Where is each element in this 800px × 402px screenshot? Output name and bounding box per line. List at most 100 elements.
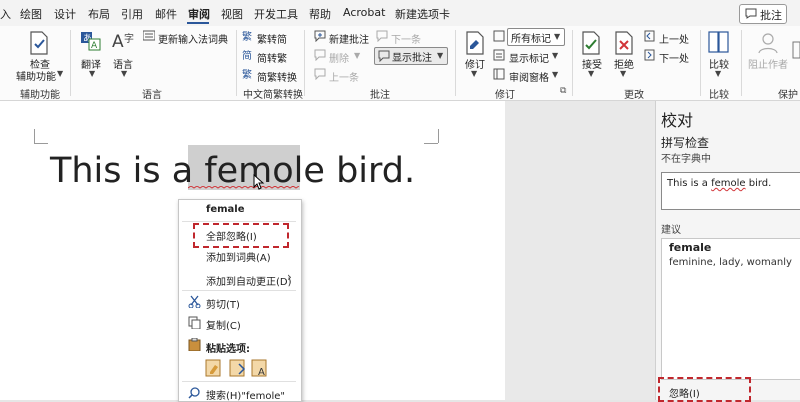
- accessibility-check-icon[interactable]: [27, 30, 51, 56]
- update-ime-label[interactable]: 更新输入法词典: [158, 31, 228, 46]
- tab-mailings[interactable]: 邮件: [155, 6, 177, 22]
- language-icon[interactable]: A 字: [111, 30, 135, 52]
- ime-dictionary-icon[interactable]: [143, 30, 155, 42]
- margin-mark: [438, 129, 439, 143]
- menu-divider: [182, 290, 296, 291]
- tab-references[interactable]: 引用: [121, 6, 143, 22]
- chevron-down-icon[interactable]: ▼: [715, 69, 721, 78]
- chevron-down-icon[interactable]: ▼: [471, 69, 477, 78]
- chevron-down-icon[interactable]: ▼: [354, 51, 360, 60]
- paste-keep-format-icon[interactable]: [205, 358, 223, 378]
- next-comment-label[interactable]: 下一条: [391, 31, 421, 46]
- chevron-down-icon[interactable]: ▼: [552, 70, 558, 79]
- previous-comment-label[interactable]: 上一条: [329, 69, 359, 84]
- suggestion-item-female[interactable]: female: [669, 241, 711, 254]
- previous-comment-icon[interactable]: [314, 68, 326, 80]
- add-to-autocorrect-item[interactable]: 添加到自动更正(D): [206, 273, 292, 288]
- chevron-down-icon[interactable]: ▼: [588, 69, 594, 78]
- spelling-squiggle: [188, 186, 300, 189]
- tab-new[interactable]: 新建选项卡: [395, 6, 450, 22]
- delete-comment-label[interactable]: 删除: [329, 50, 349, 65]
- comments-button[interactable]: 批注: [739, 4, 787, 24]
- tab-design[interactable]: 设计: [54, 6, 76, 22]
- previous-change-icon[interactable]: [644, 30, 656, 42]
- chevron-down-icon[interactable]: ▼: [552, 51, 558, 60]
- track-changes-icon[interactable]: [464, 30, 486, 56]
- new-comment-label[interactable]: 新建批注: [329, 31, 369, 46]
- markup-dropdown[interactable]: 所有标记 ▼: [507, 28, 565, 46]
- new-comment-icon[interactable]: [314, 30, 326, 42]
- chevron-down-icon[interactable]: ▼: [620, 69, 626, 78]
- show-markup-icon: [493, 49, 505, 61]
- block-authors-icon[interactable]: [756, 30, 780, 56]
- delete-comment-icon[interactable]: [314, 49, 326, 61]
- tab-draw[interactable]: 绘图: [20, 6, 42, 22]
- group-tracking: 修订: [495, 90, 515, 101]
- not-in-dictionary-label: 不在字典中: [661, 154, 711, 165]
- next-change-label[interactable]: 下一处: [659, 50, 689, 65]
- chevron-down-icon: ▼: [437, 51, 444, 60]
- markup-selected: 所有标记: [511, 34, 551, 45]
- previous-change-label[interactable]: 上一处: [659, 31, 689, 46]
- sentence-end: bird.: [324, 151, 416, 191]
- next-change-icon[interactable]: [644, 49, 656, 61]
- cut-item[interactable]: 剪切(T): [206, 296, 240, 311]
- restrict-editing-icon[interactable]: [792, 40, 800, 60]
- review-pane-label[interactable]: 审阅窗格: [509, 69, 549, 84]
- dialog-launcher-icon[interactable]: ⧉: [560, 86, 566, 96]
- svg-text:繁: 繁: [242, 68, 252, 80]
- reject-icon[interactable]: [613, 30, 637, 56]
- group-compare: 比较: [709, 90, 729, 101]
- menu-divider: [182, 381, 296, 382]
- group-changes: 更改: [624, 90, 644, 101]
- show-comments-label: 显示批注: [392, 53, 432, 64]
- svg-text:简: 简: [242, 49, 252, 61]
- trad-to-simp-icon[interactable]: 繁: [242, 30, 254, 42]
- tab-developer[interactable]: 开发工具: [254, 6, 298, 22]
- group-comments: 批注: [370, 90, 390, 101]
- comment-icon: [745, 8, 757, 19]
- translate-icon[interactable]: あ A: [80, 30, 102, 52]
- ignore-annotation-box: [658, 377, 751, 402]
- paste-merge-format-icon[interactable]: [229, 358, 247, 378]
- simp-to-trad-icon[interactable]: 简: [242, 49, 254, 61]
- active-tab-indicator: [187, 22, 209, 24]
- show-comments-dropdown[interactable]: 显示批注 ▼: [374, 47, 448, 65]
- suggestion-female[interactable]: female: [206, 204, 245, 215]
- svg-text:繁: 繁: [242, 30, 252, 42]
- document-sentence[interactable]: This is a femole bird.: [50, 151, 415, 191]
- tab-review[interactable]: 审阅: [188, 6, 210, 22]
- next-comment-icon[interactable]: [376, 30, 388, 42]
- pane-title: 校对: [661, 111, 694, 130]
- chevron-down-icon[interactable]: ▼: [57, 69, 63, 78]
- add-to-dictionary-item[interactable]: 添加到词典(A): [206, 249, 271, 264]
- svg-text:字: 字: [124, 32, 134, 45]
- menu-divider: [182, 221, 296, 222]
- group-divider: [70, 30, 71, 96]
- paste-icon: [188, 338, 201, 351]
- paste-options-label: 粘贴选项:: [206, 344, 250, 355]
- convert-label[interactable]: 简繁转换: [257, 69, 297, 84]
- compare-icon[interactable]: [707, 30, 731, 56]
- show-markup-label[interactable]: 显示标记: [509, 50, 549, 65]
- chevron-down-icon[interactable]: ▼: [121, 69, 127, 78]
- simp-to-trad-label[interactable]: 简转繁: [257, 50, 287, 65]
- svg-text:A: A: [258, 367, 265, 378]
- chevron-down-icon: ▼: [554, 32, 561, 41]
- tab-insert[interactable]: 入: [0, 6, 11, 22]
- group-divider: [741, 30, 742, 96]
- trad-to-simp-label[interactable]: 繁转简: [257, 31, 287, 46]
- group-divider: [236, 30, 237, 96]
- convert-icon[interactable]: 繁: [242, 68, 254, 80]
- tab-layout[interactable]: 布局: [88, 6, 110, 22]
- paste-text-only-icon[interactable]: A: [251, 358, 269, 378]
- copy-item[interactable]: 复制(C): [206, 317, 241, 332]
- accept-icon[interactable]: [580, 30, 604, 56]
- tab-help[interactable]: 帮助: [309, 6, 331, 22]
- tab-view[interactable]: 视图: [221, 6, 243, 22]
- group-chinese-conversion: 中文简繁转换: [243, 90, 303, 101]
- tab-acrobat[interactable]: Acrobat: [343, 6, 385, 19]
- accessibility-feature-label[interactable]: 辅助功能: [16, 68, 56, 83]
- block-authors-label[interactable]: 阻止作者: [748, 56, 788, 71]
- chevron-down-icon[interactable]: ▼: [89, 69, 95, 78]
